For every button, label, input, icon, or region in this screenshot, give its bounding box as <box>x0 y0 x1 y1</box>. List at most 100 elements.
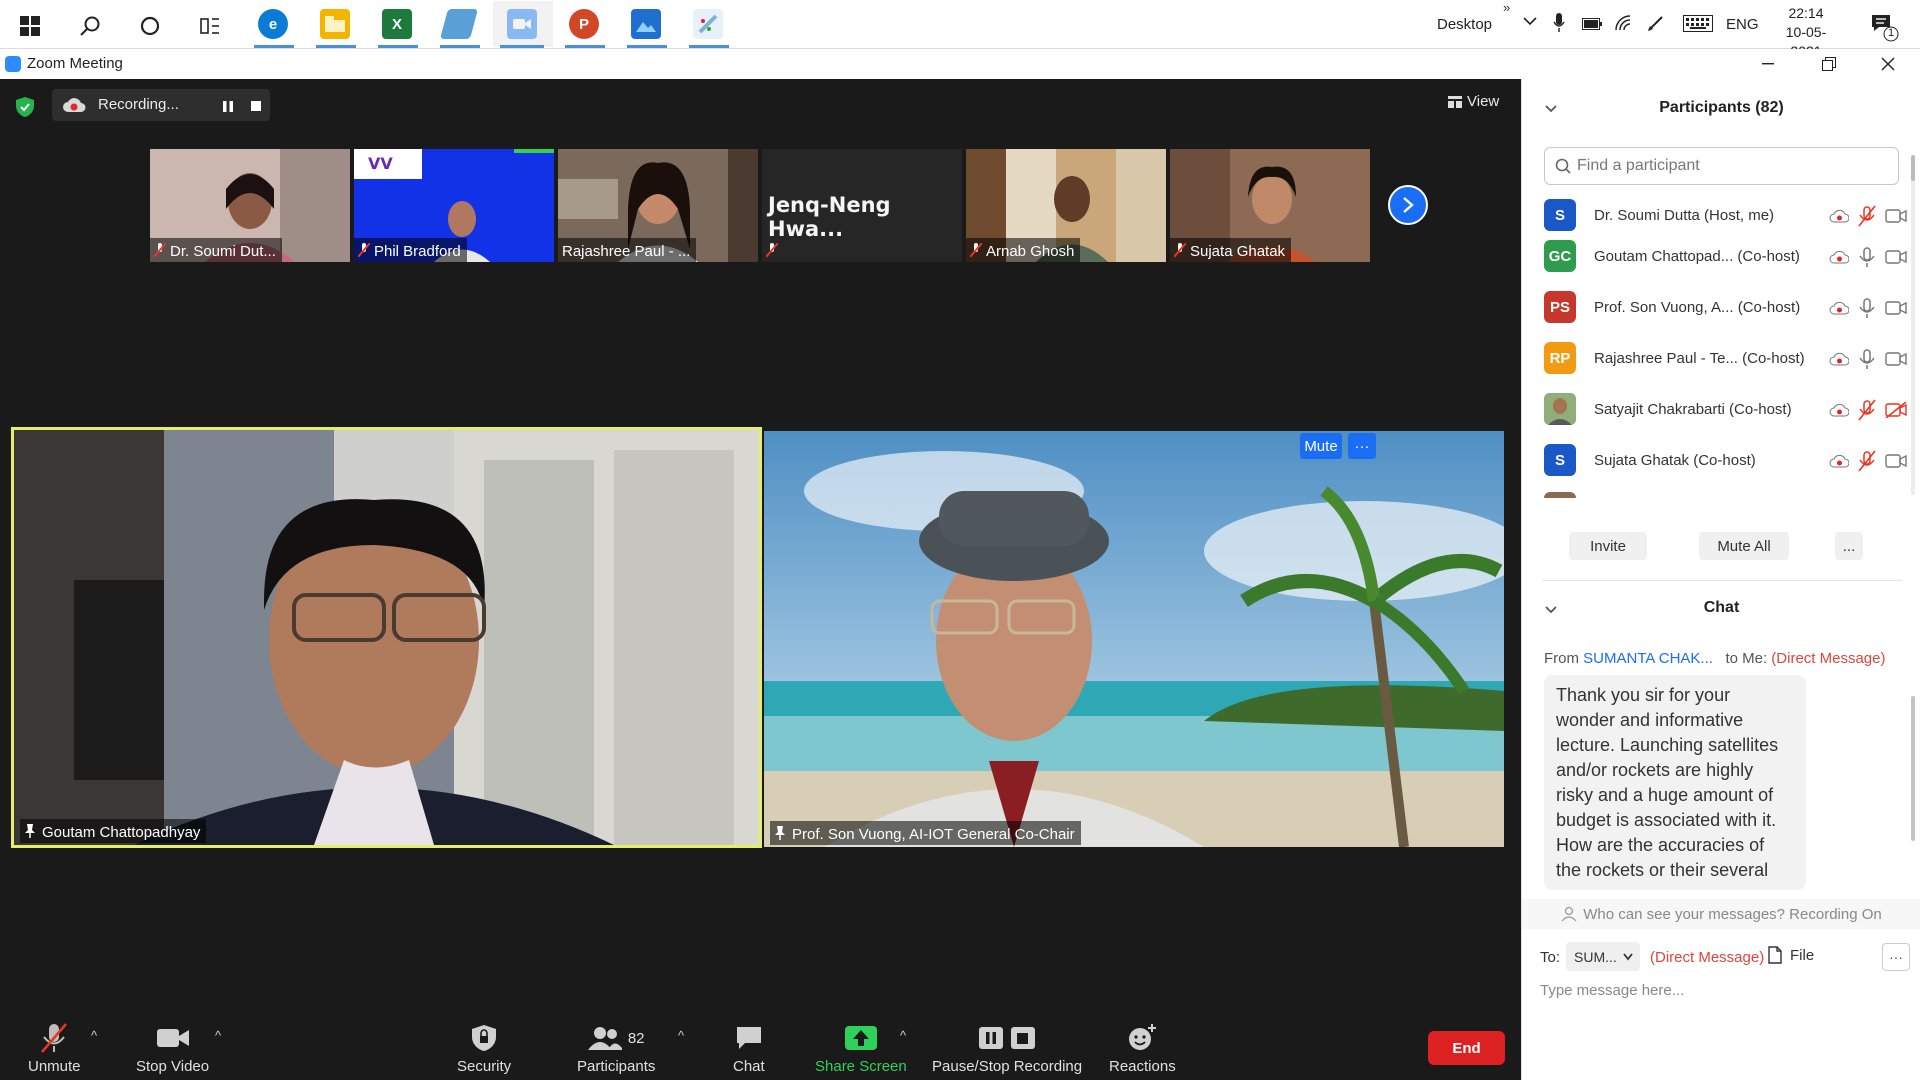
tile-more-button[interactable]: ··· <box>1348 433 1376 459</box>
search-icon <box>1555 158 1571 174</box>
microphone-tray-icon[interactable] <box>1553 13 1565 38</box>
paint-icon[interactable] <box>693 9 723 39</box>
view-button[interactable]: View <box>1448 93 1499 110</box>
avatar-photo <box>1544 393 1576 425</box>
avatar <box>1544 393 1576 425</box>
participant-name: Rajashree Paul - Te... (Co-host) <box>1594 350 1805 367</box>
avatar: S <box>1544 444 1576 476</box>
mute-all-button[interactable]: Mute All <box>1699 532 1789 560</box>
video-thumbnail[interactable]: Dr. Soumi Dut... <box>150 149 350 262</box>
share-screen-button[interactable]: Share Screen <box>815 1018 907 1075</box>
video-thumbnail[interactable]: Arnab Ghosh <box>966 149 1166 262</box>
participant-row[interactable]: S Sujata Ghatak (Co-host) <box>1544 437 1907 487</box>
chat-bubble-icon <box>736 1027 761 1049</box>
video-thumbnail[interactable]: Jenq-Neng Hwa... <box>762 149 962 262</box>
participants-scrollbar-thumb[interactable] <box>1911 155 1915 181</box>
participant-search-input[interactable] <box>1577 157 1877 175</box>
video-off-icon[interactable] <box>1885 401 1907 423</box>
video-thumbnail[interactable]: VV Phil Bradford <box>354 149 554 262</box>
video-camera-icon[interactable] <box>1885 301 1907 320</box>
search-icon[interactable] <box>70 6 110 46</box>
thumbnail-name-label: Dr. Soumi Dut... <box>150 238 282 262</box>
encryption-shield-icon[interactable] <box>16 97 34 117</box>
reactions-button[interactable]: Reactions <box>1109 1018 1176 1075</box>
chat-button[interactable]: Chat <box>733 1018 765 1075</box>
mic-muted-icon[interactable] <box>1857 450 1877 477</box>
restore-button[interactable] <box>1809 51 1849 77</box>
video-camera-icon[interactable] <box>1885 352 1907 371</box>
participant-search[interactable] <box>1544 147 1899 185</box>
tray-overflow-icon[interactable]: » <box>1503 0 1510 15</box>
invite-button[interactable]: Invite <box>1569 532 1647 560</box>
active-speaker-tile[interactable]: Goutam Chattopadhyay <box>11 427 762 848</box>
pause-recording-icon[interactable] <box>222 99 234 117</box>
chevron-down-icon[interactable] <box>1522 14 1538 32</box>
participant-row[interactable]: GC Goutam Chattopad... (Co-host) <box>1544 233 1907 283</box>
chat-more-button[interactable]: ··· <box>1882 943 1910 971</box>
minimize-button[interactable] <box>1748 51 1788 77</box>
recording-cloud-icon <box>1829 352 1850 371</box>
edge-icon[interactable]: e <box>258 9 288 39</box>
notification-count-badge: 1 <box>1888 27 1895 39</box>
file-explorer-icon[interactable] <box>320 9 350 39</box>
audio-options-caret[interactable]: ^ <box>91 1028 97 1043</box>
recording-cloud-icon <box>1829 454 1850 473</box>
participants-options-caret[interactable]: ^ <box>678 1028 684 1043</box>
participant-row[interactable]: RP Rajashree Paul - Te... (Co-host) <box>1544 335 1907 385</box>
video-thumbnail[interactable]: Sujata Ghatak <box>1170 149 1370 262</box>
participant-video-tile[interactable]: Mute ··· Prof. Son Vuong, AI-IOT General… <box>764 431 1504 847</box>
notification-icon[interactable]: 1 <box>1870 13 1900 48</box>
windows-start-icon[interactable] <box>10 6 50 46</box>
person-icon <box>1561 906 1577 922</box>
message-visibility-notice[interactable]: Who can see your messages? Recording On <box>1522 899 1920 929</box>
participants-button[interactable]: 82 Participants <box>577 1018 655 1075</box>
microphone-icon[interactable] <box>1857 348 1877 375</box>
file-button[interactable]: File <box>1768 946 1814 964</box>
battery-icon[interactable] <box>1582 17 1602 35</box>
chevron-down-icon <box>1623 952 1633 960</box>
microphone-icon[interactable] <box>1857 246 1877 273</box>
stop-video-button[interactable]: Stop Video <box>136 1018 209 1075</box>
mute-participant-button[interactable]: Mute <box>1300 433 1342 459</box>
close-window-button[interactable] <box>1868 51 1908 77</box>
powerpoint-icon[interactable]: P <box>569 9 599 39</box>
video-camera-icon[interactable] <box>1885 250 1907 269</box>
pause-stop-recording-button[interactable]: Pause/Stop Recording <box>932 1018 1082 1075</box>
share-screen-icon <box>844 1026 877 1050</box>
desktop-toolbar-label[interactable]: Desktop <box>1437 16 1492 33</box>
participants-scrollbar[interactable] <box>1911 155 1915 495</box>
language-indicator[interactable]: ENG <box>1726 16 1759 33</box>
mic-muted-icon <box>1173 241 1187 261</box>
security-button[interactable]: Security <box>457 1018 511 1075</box>
task-view-icon[interactable] <box>190 6 230 46</box>
mic-muted-icon <box>969 241 983 261</box>
video-camera-icon[interactable] <box>1885 209 1907 228</box>
video-camera-icon[interactable] <box>1885 454 1907 473</box>
next-page-button[interactable] <box>1388 185 1428 225</box>
share-options-caret[interactable]: ^ <box>900 1028 906 1043</box>
app-icon[interactable] <box>439 9 479 39</box>
pen-icon[interactable] <box>1646 13 1666 38</box>
photos-icon[interactable] <box>631 9 661 39</box>
participant-name-placeholder: Jenq-Neng Hwa... <box>768 193 891 241</box>
keyboard-icon[interactable] <box>1683 15 1713 38</box>
unmute-button[interactable]: Unmute <box>28 1018 81 1075</box>
microphone-icon[interactable] <box>1857 297 1877 324</box>
chat-scrollbar[interactable] <box>1911 696 1915 841</box>
recipient-select[interactable]: SUM... <box>1566 942 1640 971</box>
video-options-caret[interactable]: ^ <box>215 1028 221 1043</box>
mic-muted-icon[interactable] <box>1857 205 1877 232</box>
participant-row[interactable]: PS Prof. Son Vuong, A... (Co-host) <box>1544 284 1907 334</box>
end-meeting-button[interactable]: End <box>1428 1031 1505 1065</box>
participants-icon <box>587 1027 622 1050</box>
chat-message-input[interactable] <box>1540 982 1900 999</box>
mic-muted-icon[interactable] <box>1857 399 1877 426</box>
participants-more-button[interactable]: ... <box>1835 532 1863 560</box>
video-thumbnail[interactable]: Rajashree Paul - ... <box>558 149 758 262</box>
stop-recording-icon[interactable] <box>250 99 262 117</box>
participant-row[interactable]: Satyajit Chakrabarti (Co-host) <box>1544 386 1907 436</box>
wifi-icon[interactable] <box>1614 14 1634 37</box>
chat-sender-link[interactable]: SUMANTA CHAK... <box>1583 650 1713 667</box>
cortana-icon[interactable] <box>130 6 170 46</box>
excel-icon[interactable]: X <box>382 9 412 39</box>
